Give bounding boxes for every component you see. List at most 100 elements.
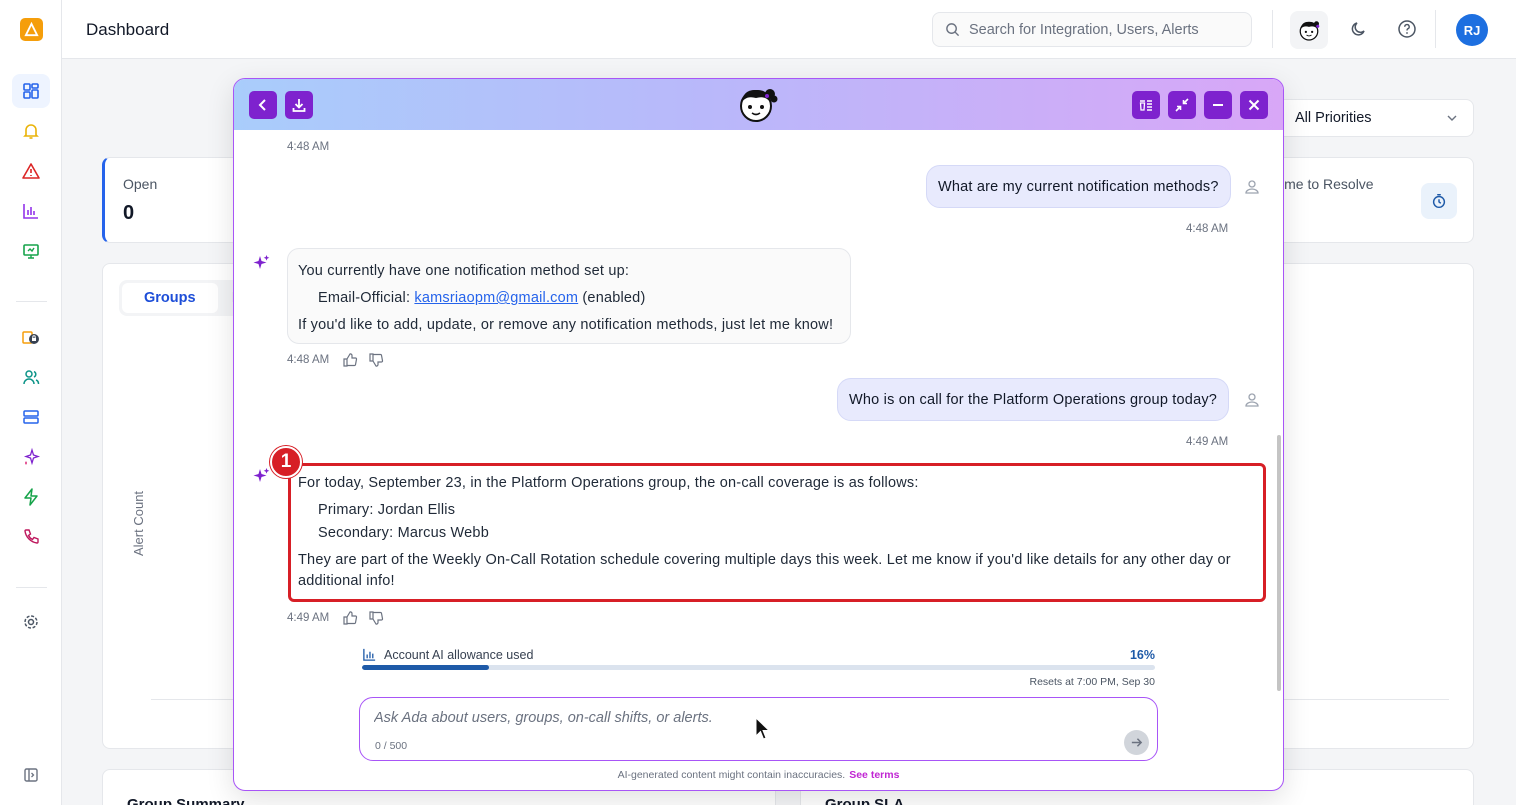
chat-header	[234, 79, 1283, 130]
bell-icon	[23, 124, 39, 139]
thumbs-up-icon[interactable]	[342, 352, 358, 368]
sidebar-item-users[interactable]	[12, 360, 50, 394]
download-button[interactable]	[285, 91, 313, 119]
bar-chart-icon	[363, 648, 376, 661]
ada-mascot-icon	[1299, 21, 1320, 41]
warning-triangle-icon	[22, 163, 40, 179]
sidebar-item-dashboard[interactable]	[12, 74, 50, 108]
sidebar-item-monitor[interactable]	[12, 234, 50, 268]
app-logo-icon	[24, 22, 39, 37]
back-button[interactable]	[249, 91, 277, 119]
open-label: Open	[123, 176, 158, 192]
y-axis-label: Alert Count	[131, 490, 146, 556]
ai-disclaimer: AI-generated content might contain inacc…	[234, 769, 1283, 781]
ai-message-line: For today, September 23, in the Platform…	[298, 475, 919, 491]
user-icon	[1245, 393, 1259, 407]
ai-message-line: Primary: Jordan Ellis	[318, 502, 456, 518]
allowance-progress-fill	[362, 665, 489, 670]
chat-scrollbar[interactable]	[1277, 435, 1281, 691]
user-message: Who is on call for the Platform Operatio…	[837, 378, 1230, 421]
message-timestamp: 4:49 AM	[287, 612, 330, 624]
time-to-resolve-label: ime to Resolve	[1281, 176, 1374, 192]
user-message: What are my current notification methods…	[926, 165, 1231, 208]
search-icon	[946, 23, 960, 37]
group-summary-title: Group Summary	[127, 796, 245, 805]
ai-message-line: You currently have one notification meth…	[298, 263, 630, 279]
header-divider	[1272, 10, 1273, 48]
ada-assistant-button[interactable]	[1290, 11, 1328, 49]
allowance-percent: 16%	[1129, 648, 1155, 662]
email-link[interactable]: kamsriaopm@gmail.com	[414, 290, 578, 306]
close-icon	[1248, 99, 1260, 111]
sidebar-item-ai[interactable]	[12, 440, 50, 474]
integration-lock-icon	[22, 331, 39, 344]
help-circle-icon	[1398, 20, 1416, 38]
gear-icon	[24, 615, 38, 629]
sidebar-divider	[16, 301, 47, 302]
sidebar-toggle-icon	[24, 768, 38, 782]
download-icon	[292, 99, 306, 112]
header-divider	[1435, 10, 1436, 48]
bar-chart-icon	[23, 204, 38, 219]
sidebar-item-reports[interactable]	[12, 194, 50, 228]
ai-sparkle-icon	[23, 447, 41, 466]
sidebar-item-alerts[interactable]	[12, 114, 50, 148]
see-terms-link[interactable]: See terms	[849, 769, 899, 781]
app-logo[interactable]	[20, 18, 43, 41]
ai-message-line: Email-Official: kamsriaopm@gmail.com (en…	[318, 290, 645, 306]
allowance-label: Account AI allowance used	[384, 648, 534, 662]
help-button[interactable]	[1395, 17, 1419, 41]
sidebar-item-integrations[interactable]	[12, 320, 50, 354]
email-status: (enabled)	[582, 290, 646, 306]
user-avatar[interactable]: RJ	[1456, 14, 1488, 46]
theme-toggle-button[interactable]	[1347, 17, 1371, 41]
send-button[interactable]	[1124, 730, 1149, 755]
user-icon	[1245, 180, 1259, 194]
sidebar-item-calls[interactable]	[12, 520, 50, 554]
sidebar-item-incidents[interactable]	[12, 154, 50, 188]
annotation-badge: 1	[270, 446, 302, 478]
arrow-right-icon	[1131, 738, 1143, 747]
ada-chat-modal: 4:48 AM What are my current notification…	[233, 78, 1284, 791]
minimize-button[interactable]	[1204, 91, 1232, 119]
minus-icon	[1213, 104, 1223, 106]
server-stack-icon	[23, 410, 39, 424]
group-sla-title: Group SLA	[825, 796, 905, 805]
tab-groups[interactable]: Groups	[122, 283, 218, 313]
monitor-icon	[23, 244, 39, 259]
open-count: 0	[123, 202, 135, 224]
ada-mascot-icon	[740, 89, 778, 122]
sidebar-divider	[16, 587, 47, 588]
thumbs-down-icon[interactable]	[368, 352, 384, 368]
sidebar-item-automations[interactable]	[12, 480, 50, 514]
ai-message: You currently have one notification meth…	[287, 248, 851, 344]
sidebar-item-settings[interactable]	[12, 605, 50, 639]
phone-icon	[24, 529, 39, 544]
chat-input[interactable]	[374, 710, 1074, 726]
stopwatch-icon	[1421, 183, 1457, 219]
message-timestamp: 4:49 AM	[1186, 436, 1229, 448]
close-button[interactable]	[1240, 91, 1268, 119]
shrink-button[interactable]	[1168, 91, 1196, 119]
ai-message-line: Secondary: Marcus Webb	[318, 525, 489, 541]
allowance-reset-text: Resets at 7:00 PM, Sep 30	[1029, 676, 1156, 688]
lightning-bolt-icon	[24, 488, 38, 506]
chat-messages: 4:48 AM What are my current notification…	[234, 130, 1283, 790]
search-input[interactable]	[969, 21, 1239, 38]
moon-icon	[1351, 22, 1365, 36]
thumbs-down-icon[interactable]	[368, 610, 384, 626]
sidebar-collapse-button[interactable]	[12, 758, 50, 792]
thumbs-up-icon[interactable]	[342, 610, 358, 626]
priority-filter-select[interactable]: All Priorities	[1276, 99, 1474, 137]
chevron-down-icon	[1447, 115, 1457, 121]
sidebar-item-services[interactable]	[12, 400, 50, 434]
clear-list-icon	[1139, 100, 1152, 111]
ai-sparkle-icon	[253, 468, 270, 482]
char-counter: 0 / 500	[375, 740, 408, 752]
ai-message-line: If you'd like to add, update, or remove …	[298, 317, 834, 333]
mouse-cursor-icon	[755, 717, 771, 740]
page-title: Dashboard	[86, 20, 170, 39]
allowance-progress-bar	[362, 665, 1155, 670]
clear-chat-button[interactable]	[1132, 91, 1160, 119]
search-bar[interactable]	[932, 12, 1252, 47]
